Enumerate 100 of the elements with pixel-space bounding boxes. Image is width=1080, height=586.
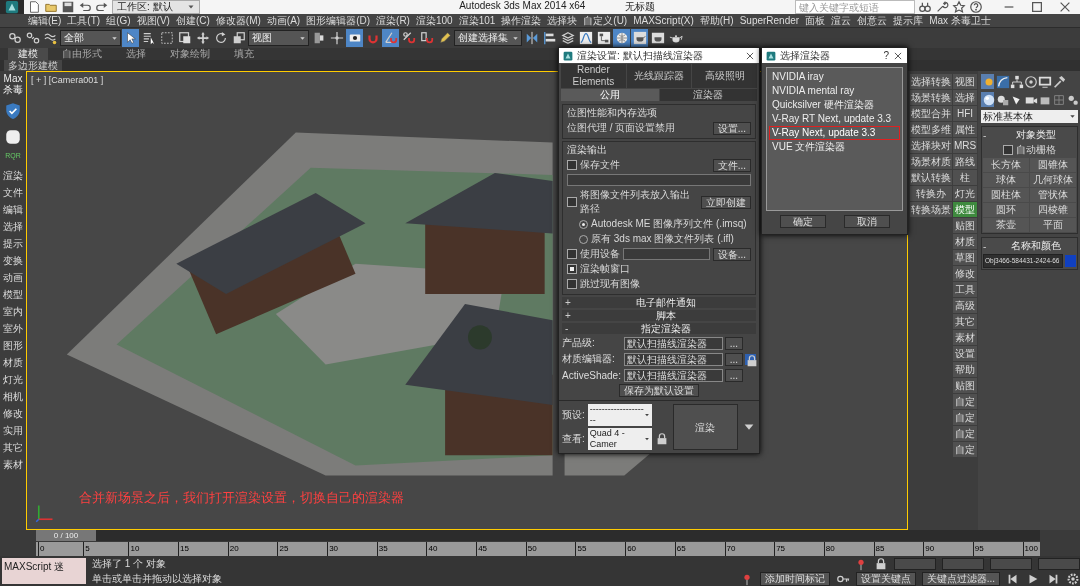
dialog-button[interactable]: 设备... <box>712 247 751 261</box>
object-button[interactable]: 管状体 <box>1030 188 1076 202</box>
object-button[interactable]: 平面 <box>1030 218 1076 232</box>
script-button[interactable]: MRS <box>953 138 977 153</box>
path-field[interactable] <box>567 174 751 186</box>
coordinate-field[interactable] <box>942 557 984 570</box>
toolbar-button[interactable] <box>631 29 648 47</box>
toolbar-button[interactable] <box>577 29 594 47</box>
object-button[interactable]: 圆锥体 <box>1030 158 1076 172</box>
sidebar-button[interactable]: 材质 <box>3 354 23 371</box>
lock-button[interactable] <box>745 353 756 365</box>
dialog-tab[interactable]: 公用 <box>561 89 659 101</box>
toolbar-dropdown[interactable]: 创建选择集 <box>454 30 522 46</box>
menu-item[interactable]: 工具(T) <box>67 14 101 27</box>
collapse-sign[interactable]: - <box>983 240 991 252</box>
sidebar-button[interactable]: 动画 <box>3 269 23 286</box>
list-item[interactable]: NVIDIA iray <box>769 70 900 84</box>
panel-tab[interactable] <box>995 74 1008 89</box>
sidebar-button[interactable]: 素材 <box>3 456 23 473</box>
sidebar-button[interactable]: 编辑 <box>3 201 23 218</box>
sidebar-button[interactable]: 图形 <box>3 337 23 354</box>
script-button[interactable]: 帮助 <box>953 362 977 377</box>
help-button[interactable]: ? <box>883 50 889 61</box>
list-item[interactable]: Quicksilver 硬件渲染器 <box>769 98 900 112</box>
checkbox[interactable] <box>567 249 577 259</box>
ribbon-tab[interactable]: 对象绘制 <box>160 48 220 60</box>
menu-item[interactable]: 渲染101 <box>458 14 496 27</box>
dialog-button[interactable]: 立即创建 <box>701 195 751 209</box>
sidebar-button[interactable]: 室内 <box>3 303 23 320</box>
script-button[interactable]: 选择转换 <box>910 74 952 89</box>
sidebar-button[interactable]: 选择 <box>3 218 23 235</box>
ribbon-tab[interactable]: 自由形式 <box>52 48 112 60</box>
checkbox[interactable] <box>567 264 577 274</box>
set-key-button[interactable]: 设置关键点 <box>855 571 916 586</box>
renderer-field[interactable]: 默认扫描线渲染器 <box>624 368 723 382</box>
script-button[interactable]: 选择 <box>953 90 977 105</box>
sidebar-button[interactable]: 提示 <box>3 235 23 252</box>
browse-button[interactable]: ... <box>724 336 743 350</box>
script-button[interactable]: 材质 <box>953 234 977 249</box>
script-button[interactable]: 模型多维 <box>910 122 952 137</box>
category-button[interactable] <box>981 92 994 107</box>
script-button[interactable]: 自定 <box>953 394 977 409</box>
collapse-sign[interactable]: - <box>983 129 991 141</box>
toolbar-button[interactable] <box>559 29 576 47</box>
toolbar-button[interactable] <box>346 29 363 47</box>
ribbon-tab[interactable]: 选择 <box>116 48 156 60</box>
device-field[interactable] <box>623 248 710 260</box>
rollout-header[interactable]: + 电子邮件通知 <box>562 297 756 308</box>
menu-item[interactable]: 修改器(M) <box>215 14 261 27</box>
collapse-sign[interactable]: + <box>565 310 573 321</box>
menu-item[interactable]: 提示库 <box>893 14 924 27</box>
script-button[interactable]: 自定 <box>953 442 977 457</box>
menu-item[interactable]: MAXScript(X) <box>633 14 694 27</box>
sidebar-button[interactable]: 室外 <box>3 320 23 337</box>
script-button[interactable]: 高级 <box>953 298 977 313</box>
checkbox[interactable] <box>1003 145 1013 155</box>
ribbon-tab[interactable]: 建模 <box>8 48 48 60</box>
object-button[interactable]: 球体 <box>983 173 1029 187</box>
workspace-dropdown[interactable]: 工作区: 默认 <box>112 0 200 14</box>
coordinate-field[interactable] <box>1038 557 1080 570</box>
script-button[interactable]: 贴图 <box>953 218 977 233</box>
key-filter-button[interactable]: 关键点过滤器... <box>921 571 1000 586</box>
script-button[interactable]: 自定 <box>953 426 977 441</box>
toolbar-button[interactable] <box>613 29 630 47</box>
toolbar-button[interactable] <box>595 29 612 47</box>
sidebar-button[interactable]: 实用 <box>3 422 23 439</box>
script-listener[interactable]: MAXScript 迷 <box>2 558 86 584</box>
dialog-tab[interactable]: 渲染器 <box>659 89 757 101</box>
menu-item[interactable]: 自定义(U) <box>583 14 628 27</box>
checkbox[interactable] <box>567 160 577 170</box>
menu-item[interactable]: 创意云 <box>857 14 888 27</box>
save-defaults-button[interactable]: 保存为默认设置 <box>619 384 699 397</box>
dialog-button[interactable]: 确定 <box>779 215 826 228</box>
menu-item[interactable]: 选择块 <box>547 14 578 27</box>
script-button[interactable]: 转换办 <box>910 186 952 201</box>
menu-item[interactable]: 面板 <box>805 14 826 27</box>
menu-item[interactable]: 渲云 <box>831 14 852 27</box>
dialog-button[interactable]: 取消 <box>843 215 890 228</box>
color-swatch[interactable] <box>1065 255 1076 267</box>
dialog-tab[interactable]: Render Elements <box>561 64 626 88</box>
list-item[interactable]: V-Ray RT Next, update 3.3 <box>769 112 900 126</box>
coordinate-field[interactable] <box>990 557 1032 570</box>
menu-item[interactable]: 视图(V) <box>136 14 170 27</box>
menu-item[interactable]: 创建(C) <box>175 14 210 27</box>
object-button[interactable]: 长方体 <box>983 158 1029 172</box>
menu-item[interactable]: Max 杀毒卫士 <box>929 14 991 27</box>
category-dropdown[interactable]: 标准基本体 <box>981 110 1078 123</box>
render-button[interactable]: 渲染 <box>672 404 738 450</box>
renderer-field[interactable]: 默认扫描线渲染器 <box>624 336 723 350</box>
script-button[interactable]: 转换场景 <box>910 202 952 217</box>
sidebar-button[interactable]: 变换 <box>3 252 23 269</box>
ribbon-tab[interactable]: 填充 <box>224 48 264 60</box>
script-button[interactable]: 灯光 <box>953 186 977 201</box>
rollout-title[interactable]: 名称和颜色 <box>995 239 1076 253</box>
dialog-button[interactable]: 文件... <box>712 158 751 172</box>
script-button[interactable]: 素材 <box>953 330 977 345</box>
object-button[interactable]: 几何球体 <box>1030 173 1076 187</box>
script-button[interactable]: 属性 <box>953 122 977 137</box>
script-button[interactable]: 视图 <box>953 74 977 89</box>
ribbon-panel-label[interactable]: 多边形建模 <box>4 60 62 71</box>
